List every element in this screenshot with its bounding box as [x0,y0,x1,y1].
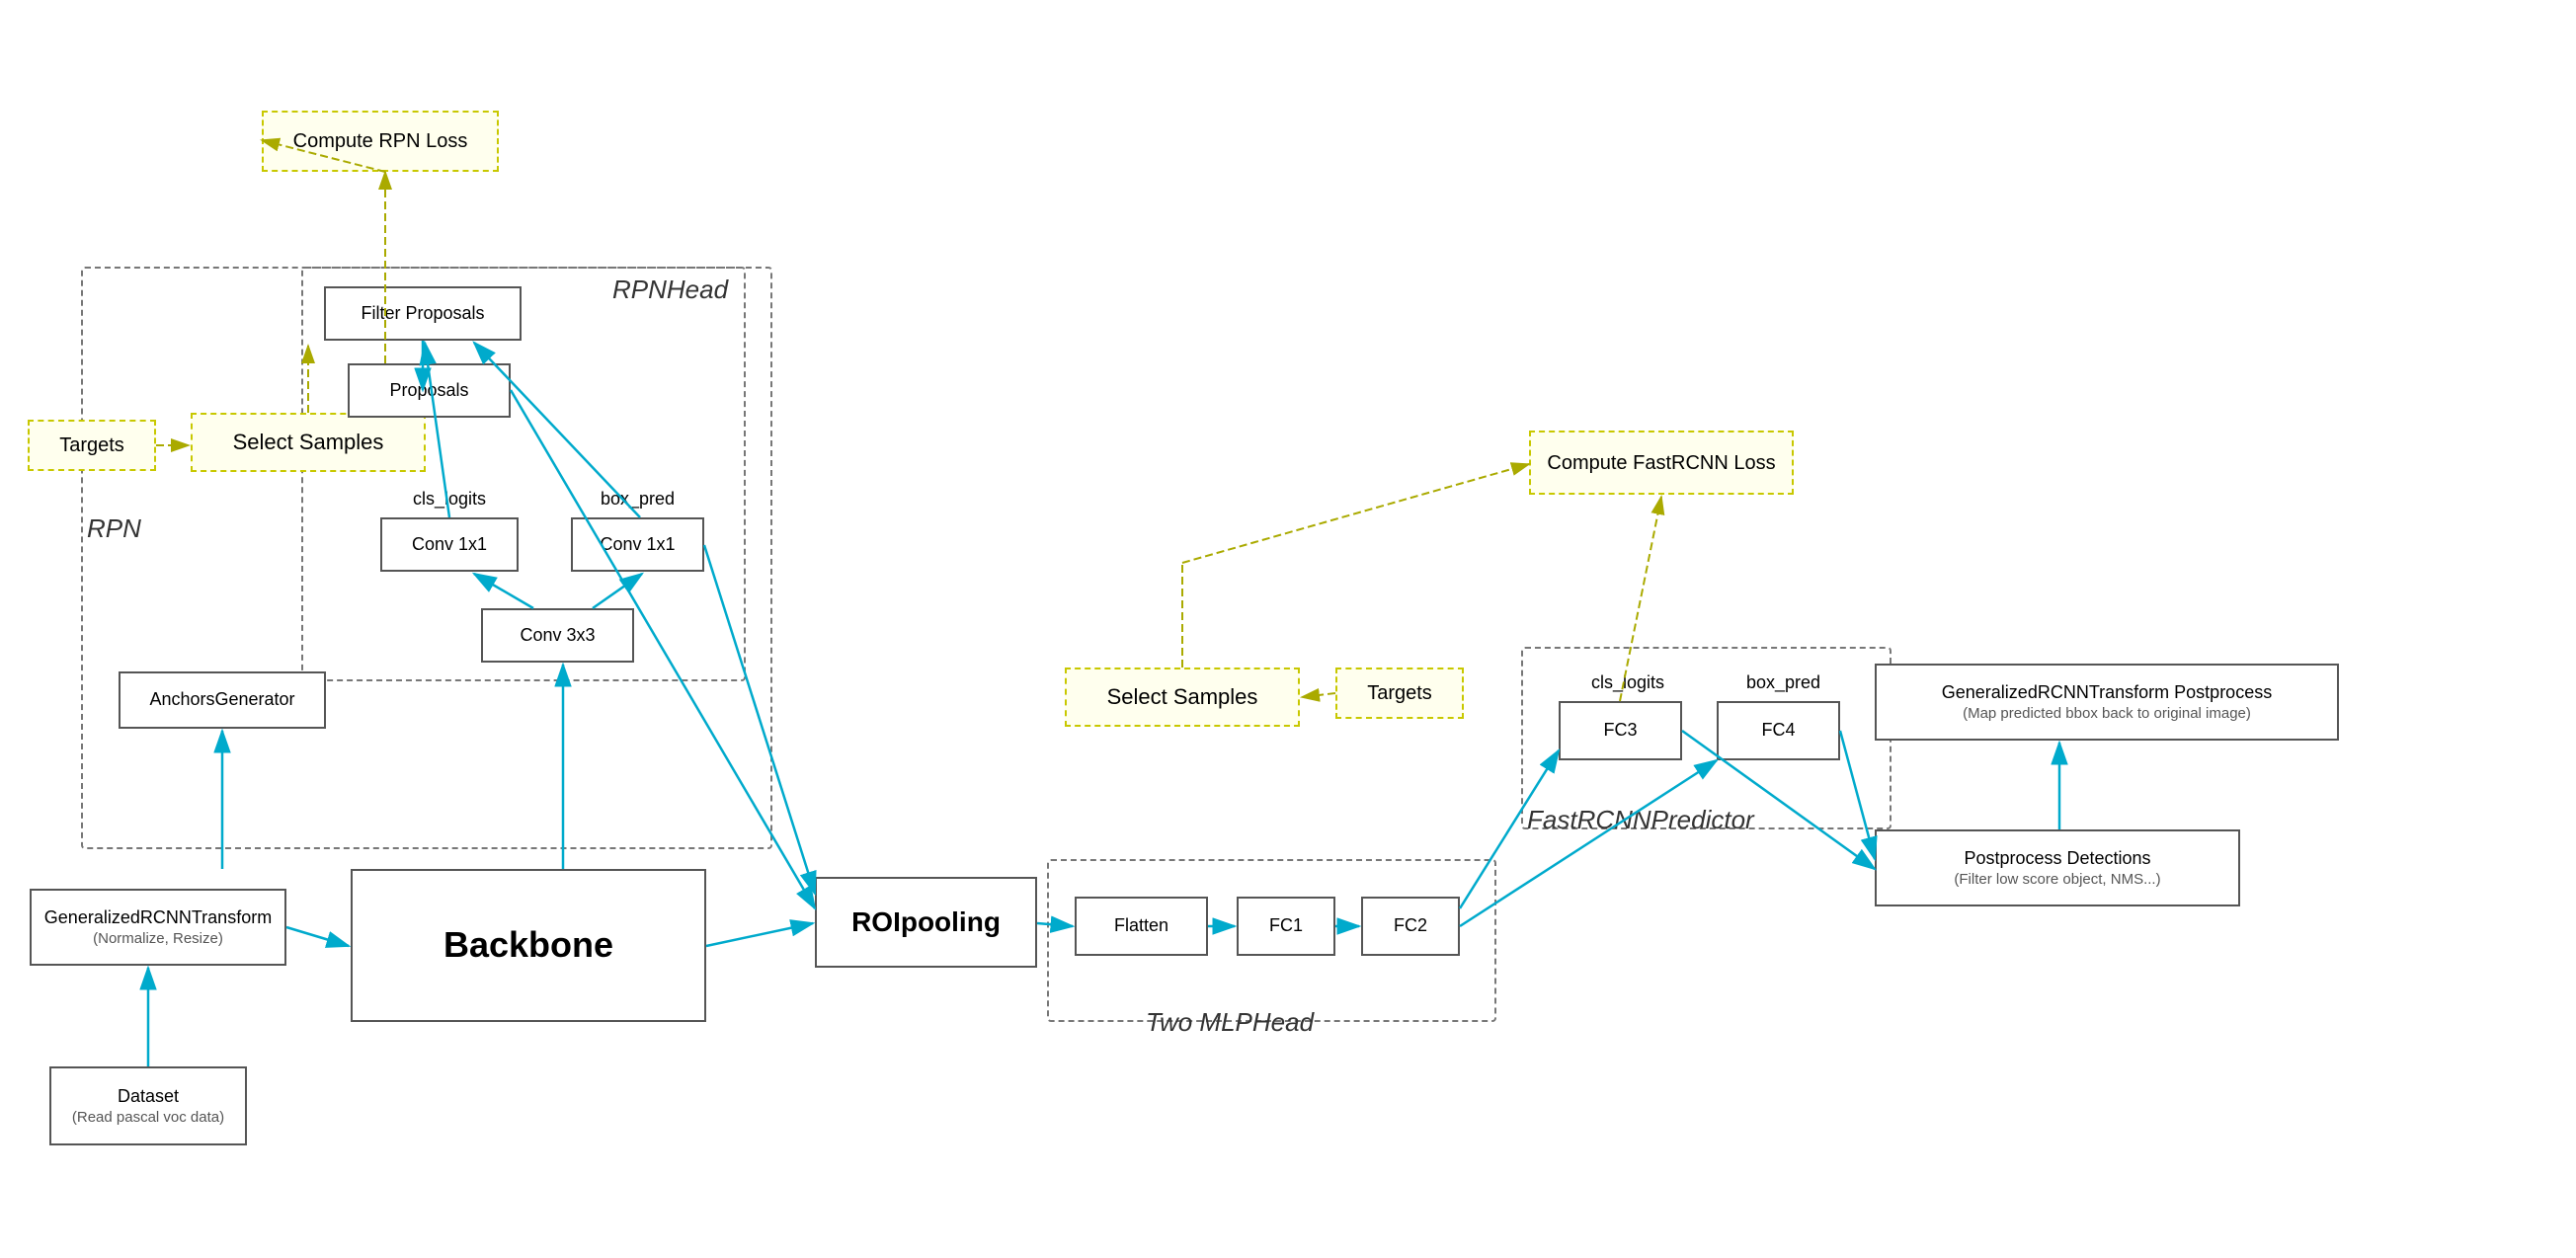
backbone-node: Backbone [351,869,706,1022]
fc4-node: FC4 [1717,701,1840,760]
filter-proposals-node: Filter Proposals [324,286,522,341]
proposals-node: Proposals [348,363,511,418]
targets-node-left: Targets [28,420,156,471]
box-pred-label-1: box_pred [571,482,704,517]
fc1-node: FC1 [1237,897,1335,956]
generalized-transform-node: GeneralizedRCNNTransform (Normalize, Res… [30,889,286,966]
flatten-node: Flatten [1075,897,1208,956]
compute-rpn-loss-node: Compute RPN Loss [262,111,499,172]
cls-logits-label-1: cls_logits [380,482,519,517]
fc2-node: FC2 [1361,897,1460,956]
fastrcnnpredictor-label: FastRCNNPredictor [1527,805,1754,835]
select-samples-node-right: Select Samples [1065,668,1300,727]
generalized-transform-postprocess-node: GeneralizedRCNNTransform Postprocess (Ma… [1875,664,2339,741]
diagram: RPNHead RPN FastRCNNPredictor Two MLPHea… [0,0,2576,1258]
select-samples-node-left: Select Samples [191,413,426,472]
dataset-node: Dataset (Read pascal voc data) [49,1066,247,1145]
conv1x1-cls-node: Conv 1x1 [380,517,519,572]
anchors-generator-node: AnchorsGenerator [119,671,326,729]
cls-logits-label-2: cls_logits [1559,666,1697,701]
conv1x1-box-node: Conv 1x1 [571,517,704,572]
rpn-label: RPN [87,513,141,544]
targets-node-right: Targets [1335,668,1464,719]
compute-fastrcnn-loss-node: Compute FastRCNN Loss [1529,431,1794,495]
rpnhead-label: RPNHead [612,275,728,305]
postprocess-detections-node: Postprocess Detections (Filter low score… [1875,829,2240,906]
roipooling-node: ROIpooling [815,877,1037,968]
conv3x3-node: Conv 3x3 [481,608,634,663]
fc3-node: FC3 [1559,701,1682,760]
box-pred-label-2: box_pred [1717,666,1850,701]
twomlphead-label: Two MLPHead [1146,1007,1314,1038]
